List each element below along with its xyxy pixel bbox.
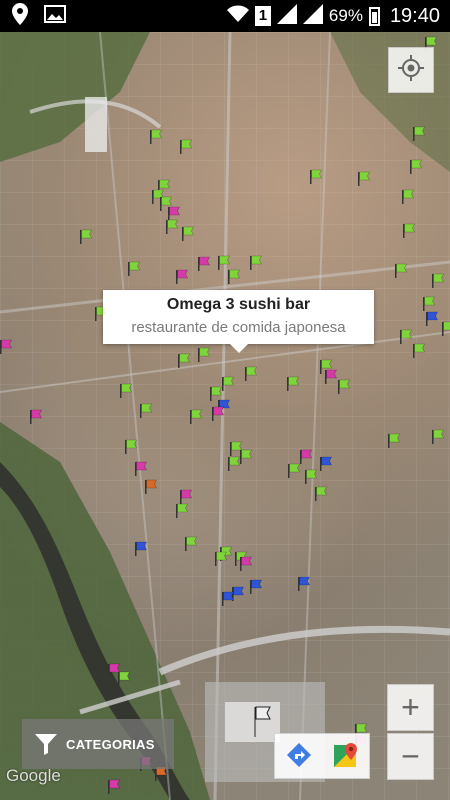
my-location-button[interactable] <box>388 47 434 93</box>
place-category: restaurante de comida japonesa <box>131 319 346 336</box>
map-flag-marker[interactable] <box>145 479 157 494</box>
map-flag-marker[interactable] <box>410 159 422 174</box>
map-flag-marker[interactable] <box>388 433 400 448</box>
map-flag-marker[interactable] <box>288 463 300 478</box>
map-flag-marker[interactable] <box>287 376 299 391</box>
zoom-out-button[interactable]: − <box>387 733 434 780</box>
map-flag-marker[interactable] <box>432 273 444 288</box>
map-flag-marker[interactable] <box>198 347 210 362</box>
map-flag-marker[interactable] <box>240 556 252 571</box>
map-flag-marker[interactable] <box>218 255 230 270</box>
map-flag-marker[interactable] <box>30 409 42 424</box>
map-flag-marker[interactable] <box>120 383 132 398</box>
map-flag-marker[interactable] <box>395 263 407 278</box>
map-flag-marker[interactable] <box>240 449 252 464</box>
map-flag-marker[interactable] <box>305 469 317 484</box>
categories-label: CATEGORIAS <box>66 736 155 752</box>
map-toolbar <box>274 733 370 779</box>
map-flag-marker[interactable] <box>413 343 425 358</box>
map-flag-marker[interactable] <box>232 586 244 601</box>
image-icon <box>44 4 66 28</box>
map-flag-marker[interactable] <box>300 449 312 464</box>
filter-funnel-icon <box>32 730 60 758</box>
map-flag-marker[interactable] <box>228 456 240 471</box>
map-flag-marker[interactable] <box>180 489 192 504</box>
google-attribution: Google <box>6 766 61 785</box>
map-flag-marker[interactable] <box>180 139 192 154</box>
map-flag-marker[interactable] <box>198 256 210 271</box>
directions-icon <box>286 742 312 773</box>
map-flag-marker[interactable] <box>176 503 188 518</box>
wifi-icon <box>226 5 249 28</box>
signal-icon <box>302 3 323 29</box>
map-flag-marker[interactable] <box>310 169 322 184</box>
clock: 19:40 <box>389 4 440 27</box>
map-flag-marker[interactable] <box>0 339 12 354</box>
map-flag-marker[interactable] <box>210 386 222 401</box>
map-flag-marker[interactable] <box>426 311 438 326</box>
map-flag-marker[interactable] <box>168 206 180 221</box>
map-flag-marker[interactable] <box>432 429 444 444</box>
map-flag-marker[interactable] <box>140 403 152 418</box>
signal-icon <box>276 3 297 29</box>
map-flag-marker[interactable] <box>222 591 234 606</box>
map-flag-marker[interactable] <box>150 129 162 144</box>
map-flag-marker[interactable] <box>402 189 414 204</box>
map-flag-marker[interactable] <box>166 219 178 234</box>
map-flag-marker[interactable] <box>185 536 197 551</box>
map-flag-marker[interactable] <box>228 269 240 284</box>
map-flag-marker[interactable] <box>250 255 262 270</box>
map-flag-marker[interactable] <box>176 269 188 284</box>
map-flag-marker[interactable] <box>178 353 190 368</box>
map-flag-marker[interactable] <box>128 261 140 276</box>
map-flag-marker[interactable] <box>80 229 92 244</box>
map-flag-marker[interactable] <box>325 369 337 384</box>
status-bar: 1 69% 19:40 <box>0 0 450 32</box>
map-flag-marker[interactable] <box>315 486 327 501</box>
categories-button[interactable]: CATEGORIAS <box>22 719 174 769</box>
map-flag-marker[interactable] <box>230 441 242 456</box>
battery-icon <box>368 6 380 26</box>
map-flag-marker[interactable] <box>135 541 147 556</box>
place-title: Omega 3 sushi bar <box>166 296 311 313</box>
map-flag-marker[interactable] <box>442 321 450 336</box>
map-flag-marker[interactable] <box>182 226 194 241</box>
location-pin-icon <box>12 2 28 30</box>
sim-indicator: 1 <box>254 6 271 26</box>
map-flag-marker[interactable] <box>338 379 350 394</box>
map-flag-marker[interactable] <box>245 366 257 381</box>
map-flag-marker[interactable] <box>125 439 137 454</box>
zoom-in-button[interactable]: + <box>387 684 434 731</box>
map-flag-marker[interactable] <box>320 456 332 471</box>
map-flag-marker[interactable] <box>423 296 435 311</box>
map-flag-marker[interactable] <box>358 171 370 186</box>
open-in-maps-button[interactable] <box>322 734 369 780</box>
map-flag-marker[interactable] <box>190 409 202 424</box>
satellite-map[interactable] <box>0 32 450 800</box>
map-flag-marker[interactable] <box>250 579 262 594</box>
map-flag-marker[interactable] <box>400 329 412 344</box>
directions-button[interactable] <box>275 734 322 780</box>
crosshair-icon <box>398 54 424 86</box>
map-imagery <box>0 32 450 800</box>
google-maps-icon <box>333 742 359 773</box>
zoom-controls: + − <box>387 684 434 780</box>
map-flag-marker[interactable] <box>403 223 415 238</box>
battery-percent: 69% <box>328 6 363 25</box>
info-window[interactable]: Omega 3 sushi bar restaurante de comida … <box>103 290 374 353</box>
